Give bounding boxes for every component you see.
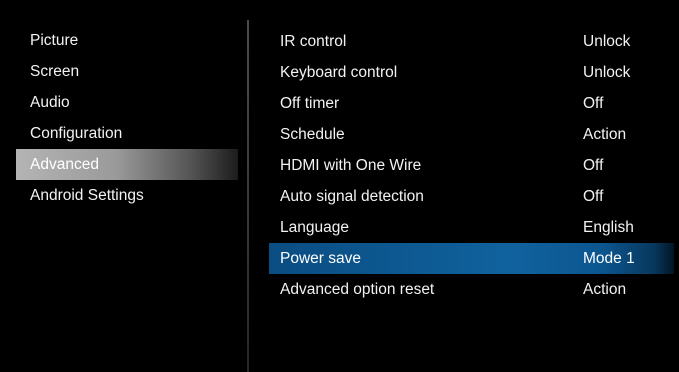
setting-value: English xyxy=(583,219,634,236)
osd-menu: Picture Screen Audio Configuration Advan… xyxy=(6,6,674,372)
setting-label: IR control xyxy=(280,33,347,50)
setting-value: Off xyxy=(583,157,604,174)
setting-row-ir-control[interactable]: IR control Unlock xyxy=(269,26,674,57)
category-menu: Picture Screen Audio Configuration Advan… xyxy=(16,25,238,211)
setting-row-schedule[interactable]: Schedule Action xyxy=(269,119,674,150)
category-item-android-settings[interactable]: Android Settings xyxy=(16,180,238,211)
setting-row-auto-signal-detection[interactable]: Auto signal detection Off xyxy=(269,181,674,212)
setting-value: Unlock xyxy=(583,64,631,81)
setting-value: Mode 1 xyxy=(583,250,635,267)
setting-row-language[interactable]: Language English xyxy=(269,212,674,243)
setting-label: Off timer xyxy=(280,95,340,112)
category-item-picture[interactable]: Picture xyxy=(16,25,238,56)
setting-value: Off xyxy=(583,188,604,205)
setting-row-power-save[interactable]: Power save Mode 1 xyxy=(269,243,674,274)
panel-divider xyxy=(247,20,249,372)
setting-label: HDMI with One Wire xyxy=(280,157,422,174)
setting-value: Off xyxy=(583,95,604,112)
setting-label: Language xyxy=(280,219,349,236)
setting-value: Unlock xyxy=(583,33,631,50)
setting-row-keyboard-control[interactable]: Keyboard control Unlock xyxy=(269,57,674,88)
setting-label: Schedule xyxy=(280,126,345,143)
setting-label: Power save xyxy=(280,250,361,267)
category-item-advanced[interactable]: Advanced xyxy=(16,149,238,180)
setting-row-hdmi-one-wire[interactable]: HDMI with One Wire Off xyxy=(269,150,674,181)
category-item-audio[interactable]: Audio xyxy=(16,87,238,118)
setting-label: Advanced option reset xyxy=(280,281,435,298)
category-item-configuration[interactable]: Configuration xyxy=(16,118,238,149)
setting-value: Action xyxy=(583,281,627,298)
setting-label: Auto signal detection xyxy=(280,188,424,205)
setting-value: Action xyxy=(583,126,627,143)
setting-row-advanced-option-reset[interactable]: Advanced option reset Action xyxy=(269,274,674,305)
settings-list: IR control Unlock Keyboard control Unloc… xyxy=(269,26,674,305)
setting-row-off-timer[interactable]: Off timer Off xyxy=(269,88,674,119)
category-item-screen[interactable]: Screen xyxy=(16,56,238,87)
setting-label: Keyboard control xyxy=(280,64,398,81)
